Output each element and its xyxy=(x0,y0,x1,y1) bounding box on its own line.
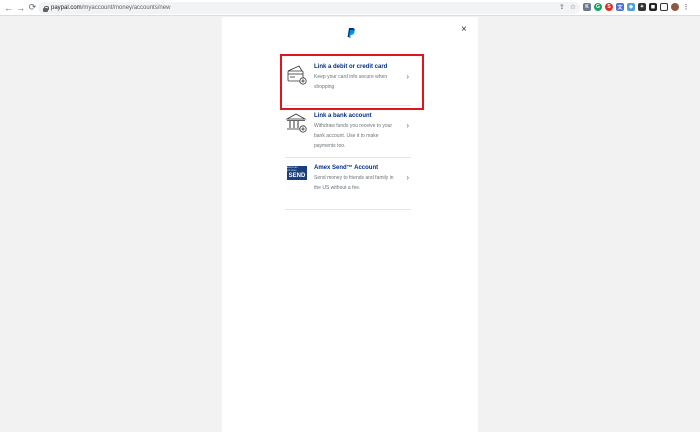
chevron-right-icon: › xyxy=(406,121,409,130)
link-options-list: Link a debit or credit card Keep your ca… xyxy=(285,57,411,210)
option-desc-line: shopping xyxy=(314,84,335,90)
option-title: Link a bank account xyxy=(314,113,372,119)
extension-red-icon[interactable]: S xyxy=(605,3,613,11)
option-title: Link a debit or credit card xyxy=(314,64,388,70)
reload-button[interactable]: ⟳ xyxy=(27,1,38,15)
link-card-option[interactable]: Link a debit or credit card Keep your ca… xyxy=(285,57,411,106)
extensions-bar: K G S 文 ◆ ✦ ◼ ⋮ xyxy=(583,3,690,11)
option-desc-line: Keep your card info secure when xyxy=(314,74,388,80)
option-description: Keep your card info secure when shopping xyxy=(314,72,402,92)
puzzle-icon[interactable]: ✦ xyxy=(638,3,646,11)
translate-icon[interactable]: 文 xyxy=(616,3,624,11)
url-path: /myaccount/money/accounts/new xyxy=(81,5,171,11)
avatar[interactable] xyxy=(671,3,679,11)
browser-toolbar: ← → ⟳ paypal.com/myaccount/money/account… xyxy=(0,0,700,16)
lock-icon xyxy=(43,5,49,12)
card-add-icon xyxy=(287,65,307,85)
option-desc-line: Withdraw funds you receive to your xyxy=(314,123,393,129)
option-desc-line: payments too. xyxy=(314,143,346,149)
bank-icon xyxy=(285,113,307,133)
chevron-right-icon: › xyxy=(406,72,409,81)
link-bank-option[interactable]: Link a bank account Withdraw funds you r… xyxy=(285,106,411,158)
share-icon[interactable]: ⇪ xyxy=(559,4,565,12)
browser-menu-icon[interactable]: ⋮ xyxy=(682,3,690,11)
back-button[interactable]: ← xyxy=(3,1,14,15)
extension-icon[interactable]: K xyxy=(583,3,591,11)
shield-icon[interactable]: ◆ xyxy=(627,3,635,11)
forward-button[interactable]: → xyxy=(15,1,26,15)
grammarly-icon[interactable]: G xyxy=(594,3,602,11)
extension-dark-icon[interactable]: ◼ xyxy=(649,3,657,11)
url-host: paypal.com xyxy=(51,5,82,11)
sidepanel-icon[interactable] xyxy=(660,3,668,11)
option-desc-line: the US without a fee. xyxy=(314,185,361,191)
option-desc-line: bank account. Use it to make xyxy=(314,133,379,139)
address-url: paypal.com/myaccount/money/accounts/new xyxy=(51,5,170,11)
paypal-logo-icon xyxy=(347,28,355,38)
amex-send-logo: AMERICAN EXPRESS SEND xyxy=(287,166,307,180)
amex-badge-text: SEND xyxy=(288,172,306,179)
option-title: Amex Send™ Account xyxy=(314,165,379,171)
bookmark-star-icon[interactable]: ☆ xyxy=(570,4,576,12)
chevron-right-icon: › xyxy=(406,173,409,182)
option-description: Withdraw funds you receive to your bank … xyxy=(314,121,402,151)
address-bar[interactable]: paypal.com/myaccount/money/accounts/new … xyxy=(38,2,580,14)
close-button[interactable]: × xyxy=(461,25,467,35)
option-desc-line: Send money to friends and family in xyxy=(314,175,394,181)
link-account-panel: × Link a debit or credit card Keep your … xyxy=(222,17,478,432)
amex-send-option[interactable]: AMERICAN EXPRESS SEND Amex Send™ Account… xyxy=(285,158,411,210)
option-description: Send money to friends and family in the … xyxy=(314,173,402,193)
